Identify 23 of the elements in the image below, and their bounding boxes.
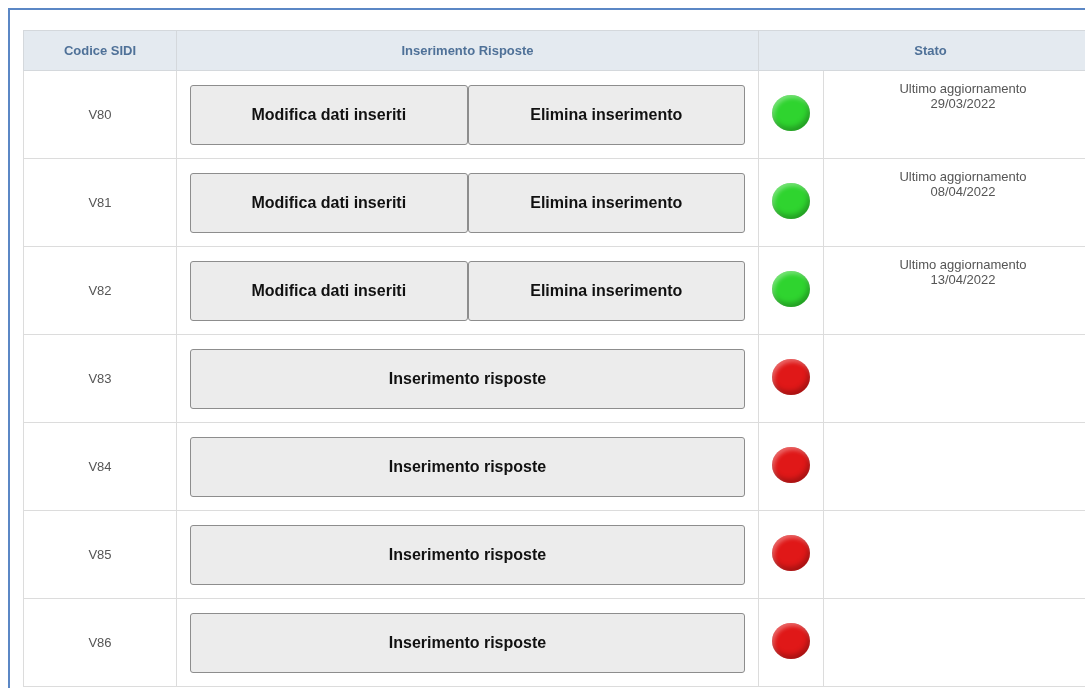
insert-answers-button[interactable]: Inserimento risposte — [190, 348, 745, 409]
last-update-text: Ultimo aggiornamento 08/04/2022 — [899, 169, 1027, 199]
code-cell: V84 — [23, 422, 177, 511]
code-cell: V80 — [23, 70, 177, 159]
delete-button[interactable]: Elimina inserimento — [467, 260, 745, 321]
code-cell: V85 — [23, 510, 177, 599]
delete-button[interactable]: Elimina inserimento — [467, 84, 745, 145]
insert-answers-button[interactable]: Inserimento risposte — [190, 612, 745, 673]
delete-button[interactable]: Elimina inserimento — [467, 172, 745, 233]
code-cell: V82 — [23, 246, 177, 335]
code-cell: V81 — [23, 158, 177, 247]
code-cell: V83 — [23, 334, 177, 423]
column-header: Codice SIDI — [23, 30, 177, 71]
last-update-text: Ultimo aggiornamento 13/04/2022 — [899, 257, 1027, 287]
edit-button[interactable]: Modifica dati inseriti — [190, 172, 468, 233]
insert-answers-button[interactable]: Inserimento risposte — [190, 524, 745, 585]
edit-button[interactable]: Modifica dati inseriti — [190, 84, 468, 145]
edit-button[interactable]: Modifica dati inseriti — [190, 260, 468, 321]
column-header: Inserimento Risposte — [176, 30, 759, 71]
insert-answers-button[interactable]: Inserimento risposte — [190, 436, 745, 497]
column-header: Stato — [758, 30, 1085, 71]
code-cell: V86 — [23, 598, 177, 687]
last-update-text: Ultimo aggiornamento 29/03/2022 — [899, 81, 1027, 111]
